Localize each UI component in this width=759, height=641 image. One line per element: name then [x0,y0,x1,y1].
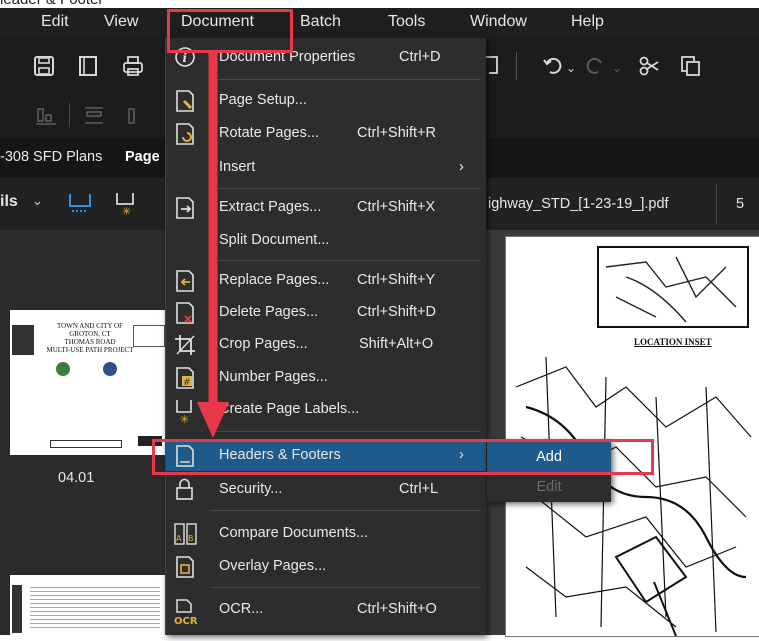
annotation-arrow [197,52,229,438]
